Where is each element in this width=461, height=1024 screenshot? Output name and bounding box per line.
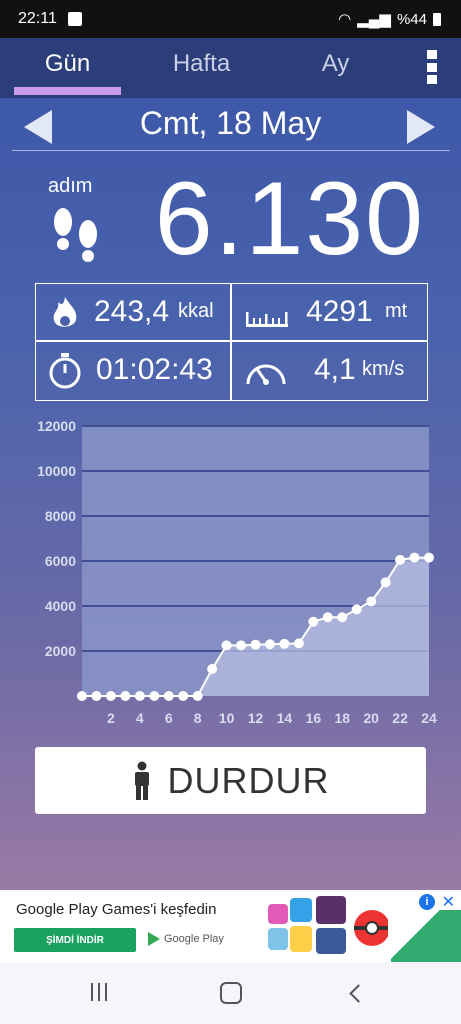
status-bar: 22:11 ◠ ▂▄▆ %44 bbox=[0, 0, 461, 38]
data-point bbox=[264, 639, 275, 650]
date-label: Cmt, 18 May bbox=[139, 105, 322, 141]
tab-month[interactable]: Ay bbox=[282, 50, 389, 78]
stats-grid: 243,4 kkal 4291 mt 01:02:43 4,1 km/s bbox=[35, 283, 428, 401]
ad-banner[interactable]: Google Play Games'i keşfedin ŞİMDİ İNDİR… bbox=[0, 890, 461, 962]
data-point bbox=[322, 612, 333, 623]
battery-icon bbox=[433, 12, 441, 26]
steps-count: 6.130 bbox=[154, 161, 425, 277]
back-icon[interactable] bbox=[349, 984, 368, 1003]
distance-unit: mt bbox=[385, 300, 408, 322]
data-point bbox=[308, 616, 319, 627]
data-point bbox=[149, 691, 160, 701]
duration-value: 01:02:43 bbox=[96, 353, 213, 386]
x-tick-label: 2 bbox=[107, 710, 115, 726]
x-tick-label: 22 bbox=[392, 710, 408, 726]
y-tick-label: 10000 bbox=[37, 463, 76, 479]
duration-cell: 01:02:43 bbox=[36, 342, 230, 398]
overflow-menu-icon[interactable] bbox=[427, 50, 439, 84]
footprints-icon bbox=[54, 208, 97, 262]
distance-value: 4291 bbox=[306, 295, 373, 328]
data-point bbox=[134, 691, 145, 701]
tab-week[interactable]: Hafta bbox=[148, 50, 255, 78]
next-day-arrow-icon[interactable] bbox=[407, 110, 435, 144]
data-point bbox=[424, 552, 434, 563]
x-tick-label: 14 bbox=[277, 710, 293, 726]
speedometer-icon bbox=[246, 364, 286, 385]
recents-icon[interactable] bbox=[91, 983, 107, 1001]
tab-day[interactable]: Gün bbox=[14, 50, 121, 78]
data-point bbox=[351, 604, 362, 615]
stopwatch-icon bbox=[49, 353, 81, 389]
home-icon[interactable] bbox=[220, 982, 242, 1004]
y-tick-label: 8000 bbox=[45, 508, 76, 524]
calories-value: 243,4 bbox=[94, 295, 170, 328]
data-point bbox=[236, 640, 247, 651]
status-icons: ◠ ▂▄▆ %44 bbox=[338, 10, 441, 28]
battery-text: %44 bbox=[396, 10, 427, 28]
status-time: 22:11 bbox=[18, 10, 57, 27]
tab-indicator bbox=[14, 87, 121, 95]
x-tick-label: 8 bbox=[194, 710, 202, 726]
data-point bbox=[221, 640, 232, 651]
data-point bbox=[366, 596, 377, 607]
ad-info-icon[interactable]: i bbox=[419, 894, 435, 910]
ad-download-button[interactable]: ŞİMDİ İNDİR bbox=[14, 928, 136, 952]
google-play-icon bbox=[148, 932, 160, 946]
speed-value: 4,1 bbox=[314, 353, 356, 386]
data-point bbox=[380, 577, 391, 588]
distance-cell: 4291 mt bbox=[232, 284, 426, 340]
stop-button[interactable]: DURDUR bbox=[35, 747, 426, 814]
date-navigator: Cmt, 18 May bbox=[0, 100, 461, 150]
data-point bbox=[91, 691, 102, 701]
data-point bbox=[409, 552, 420, 563]
google-play-badge: Google Play bbox=[148, 932, 224, 946]
data-point bbox=[279, 638, 290, 649]
steps-label: adım bbox=[48, 175, 93, 197]
x-tick-label: 20 bbox=[363, 710, 379, 726]
data-point bbox=[120, 691, 131, 701]
x-tick-label: 4 bbox=[136, 710, 144, 726]
wifi-icon: ◠ bbox=[338, 11, 352, 28]
x-tick-label: 16 bbox=[306, 710, 322, 726]
calories-unit: kkal bbox=[178, 300, 214, 322]
data-point bbox=[77, 691, 87, 701]
x-tick-label: 18 bbox=[334, 710, 350, 726]
data-point bbox=[250, 639, 261, 650]
ad-close-icon[interactable]: ✕ bbox=[442, 892, 455, 912]
data-point bbox=[163, 691, 174, 701]
x-tick-label: 12 bbox=[248, 710, 264, 726]
x-tick-label: 24 bbox=[421, 710, 437, 726]
calories-cell: 243,4 kkal bbox=[36, 284, 230, 340]
data-point bbox=[192, 691, 203, 701]
ruler-icon bbox=[246, 312, 288, 327]
speed-cell: 4,1 km/s bbox=[232, 342, 426, 398]
y-tick-label: 2000 bbox=[45, 643, 76, 659]
signal-icon: ▂▄▆ bbox=[357, 11, 391, 28]
x-tick-label: 6 bbox=[165, 710, 173, 726]
system-nav-bar bbox=[0, 962, 461, 1024]
data-point bbox=[207, 664, 218, 674]
divider bbox=[12, 150, 450, 151]
y-tick-label: 12000 bbox=[37, 418, 76, 434]
ad-title: Google Play Games'i keşfedin bbox=[16, 901, 217, 918]
data-point bbox=[337, 612, 348, 623]
data-point bbox=[293, 638, 304, 649]
ad-decor bbox=[391, 910, 461, 962]
speed-unit: km/s bbox=[362, 358, 405, 380]
data-point bbox=[178, 691, 189, 701]
stop-button-label: DURDUR bbox=[167, 759, 330, 801]
y-tick-label: 6000 bbox=[45, 553, 76, 569]
steps-chart: 200040006000800010000120002 4 6 8 10 12 14 16 18… bbox=[37, 418, 437, 726]
flame-icon bbox=[53, 297, 77, 327]
notification-icon bbox=[68, 12, 82, 26]
x-tick-label: 10 bbox=[219, 710, 235, 726]
data-point bbox=[105, 691, 116, 701]
person-icon bbox=[134, 761, 149, 800]
y-tick-label: 4000 bbox=[45, 598, 76, 614]
game-thumbnails-icon bbox=[268, 896, 388, 954]
data-point bbox=[395, 554, 406, 565]
